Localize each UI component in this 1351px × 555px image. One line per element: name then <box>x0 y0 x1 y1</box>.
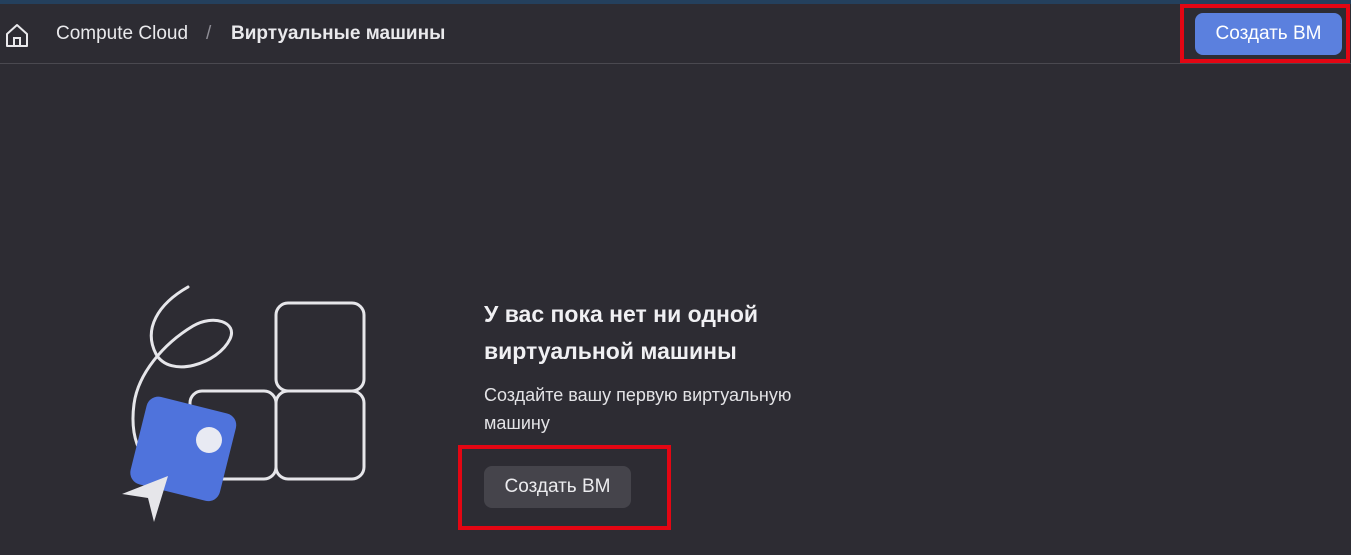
page-header: Compute Cloud / Виртуальные машины <box>0 4 1351 64</box>
breadcrumb-service[interactable]: Compute Cloud <box>56 22 188 46</box>
highlight-box-create-button <box>458 445 671 530</box>
empty-state-title: У вас пока нет ни одной виртуальной маши… <box>484 301 759 364</box>
empty-vm-illustration <box>118 284 374 528</box>
highlight-box-header-button <box>1180 4 1350 63</box>
breadcrumb-separator: / <box>206 23 212 44</box>
breadcrumb-current: Виртуальные машины <box>231 23 446 44</box>
home-icon[interactable] <box>4 22 30 48</box>
empty-state-description: Создайте вашу первую виртуальную машину <box>484 385 792 433</box>
